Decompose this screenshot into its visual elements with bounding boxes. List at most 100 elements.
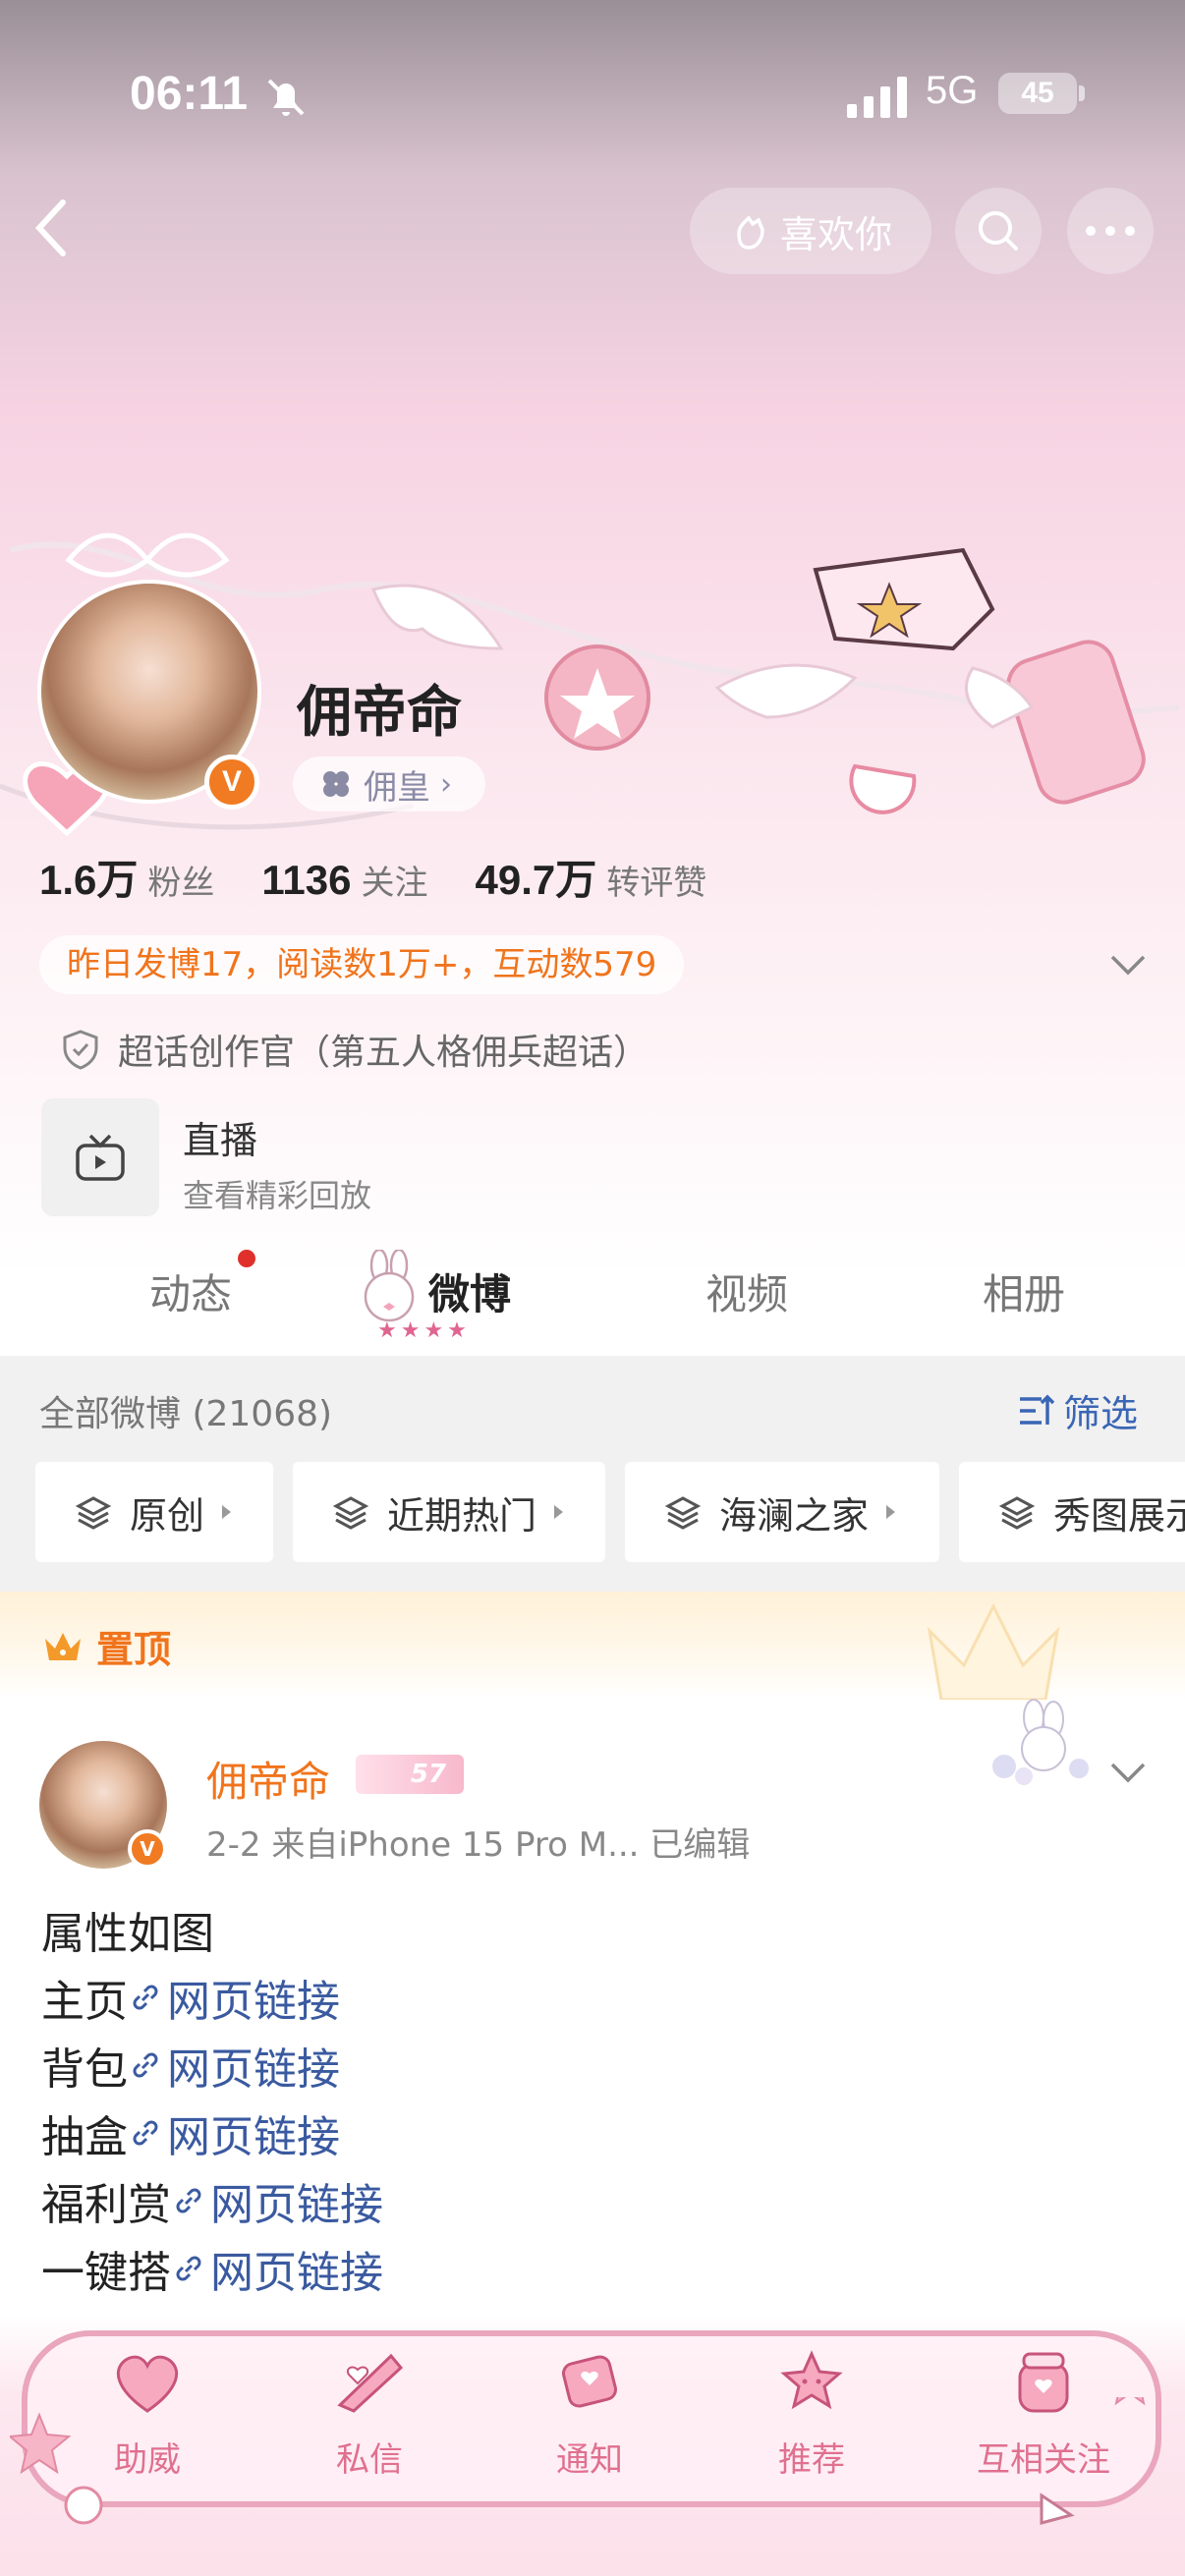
layers-icon [75,1496,112,1530]
chip-showcase[interactable]: 秀图展示 [959,1462,1185,1562]
status-time: 06:11 [130,68,249,120]
network-type: 5G [926,69,979,112]
like-you-button[interactable]: 喜欢你 [690,188,931,274]
bottom-recommend-label: 推荐 [778,2440,845,2480]
tab-video[interactable]: 视频 [705,1261,788,1321]
apple-icon [544,644,650,751]
clover-icon [323,771,349,797]
verified-badge-icon: V [204,755,259,810]
wing-icon [370,584,504,650]
chevron-down-icon[interactable] [1108,951,1148,979]
tab-stars-decoration: ★★★★ [377,1318,471,1343]
recommend-icon [780,2350,843,2410]
tab-dynamic[interactable]: 动态 [149,1261,232,1321]
filter-sort-icon [1020,1394,1055,1425]
notification-icon [562,2355,617,2408]
layers-icon [664,1496,702,1530]
super-topic-row[interactable]: 超话创作官（第五人格佣兵超话） [61,1024,649,1075]
link-icon [133,2052,158,2078]
filter-button[interactable]: 筛选 [1016,1383,1138,1437]
post-line: 一键搭 网页链接 [41,2237,383,2300]
link-icon [176,2188,201,2213]
web-link[interactable]: 网页链接 [128,2101,340,2164]
link-icon [133,2120,158,2146]
bottom-notification-label: 通知 [556,2440,623,2480]
bottom-message-label: 私信 [336,2440,403,2480]
bottom-recommend[interactable]: 推荐 [733,2346,890,2481]
profile-stats: 1.6万 粉丝 1136 关注 49.7万 转评赞 [39,847,706,907]
web-link[interactable]: 网页链接 [128,1966,340,2029]
tab-weibo[interactable]: 微博 [428,1261,511,1321]
message-icon [337,2353,404,2413]
triangle-right-icon [886,1505,896,1519]
crown-icon [45,1632,81,1660]
stat-followers[interactable]: 1.6万 粉丝 [39,847,214,907]
chip-label: 近期热门 [387,1493,537,1538]
bottom-notification[interactable]: 通知 [511,2346,668,2481]
bottom-cheer-label: 助威 [114,2440,181,2480]
crown-decoration-icon [927,1602,1060,1700]
bunny-icon [364,1250,415,1322]
layers-icon [332,1496,369,1530]
live-thumbnail[interactable] [41,1098,159,1216]
more-button[interactable] [1067,188,1154,274]
profile-tabs: 动态 微博 ★★★★ 视频 相册 [0,1240,1185,1356]
ribbon-bow-icon [65,532,230,578]
shield-check-icon [63,1030,98,1070]
back-arrow-icon[interactable] [29,196,73,259]
post-meta: 2-2 来自iPhone 15 Pro M... 已编辑 [206,1825,751,1865]
all-posts-count: 全部微博 (21068) [39,1394,333,1434]
chip-label: 原创 [130,1493,205,1538]
chip-original[interactable]: 原创 [35,1462,273,1562]
post-author-name[interactable]: 佣帝命 [206,1749,330,1809]
verified-badge-icon: V [128,1829,167,1869]
tab-album[interactable]: 相册 [983,1261,1065,1321]
live-subtitle: 查看精彩回放 [183,1177,372,1214]
daily-summary-badge[interactable]: 昨日发博17，阅读数1万+，互动数579 [39,935,685,994]
hand-heart-icon [737,215,764,250]
post-line: 抽盒 网页链接 [41,2101,340,2164]
more-dots-icon [1086,226,1135,236]
apple-slice-icon [849,763,917,814]
chip-hailan-home[interactable]: 海澜之家 [625,1462,939,1562]
bottom-cheer[interactable]: 助威 [69,2346,226,2481]
bottom-mutual-follow-label: 互相关注 [977,2440,1110,2480]
triangle-right-icon [554,1505,564,1519]
profile-username: 佣帝命 [297,681,462,745]
stat-following[interactable]: 1136 关注 [261,856,427,904]
link-icon [133,1985,158,2010]
filter-label: 筛选 [1063,1392,1139,1435]
rank-badge[interactable]: 佣皇 › [293,756,485,812]
muted-bell-icon [267,79,305,116]
rank-label: 佣皇 [364,767,430,808]
bunny-flowers-sticker [992,1699,1089,1785]
user-level-badge: 57 [356,1755,464,1794]
battery-tip [1079,85,1085,101]
web-link[interactable]: 网页链接 [171,2237,383,2300]
battery-icon: 45 [998,73,1077,114]
link-icon [176,2256,201,2281]
cheer-icon [116,2355,179,2413]
post-line: 属性如图 [41,1909,214,1959]
chevron-right-icon: › [440,766,452,802]
web-link[interactable]: 网页链接 [128,2034,340,2097]
new-update-dot [238,1250,255,1267]
like-you-label: 喜欢你 [779,212,892,256]
bottom-mutual-follow[interactable]: 互相关注 [945,2346,1142,2481]
live-title[interactable]: 直播 [183,1110,257,1164]
pinned-text: 置顶 [96,1628,172,1671]
bottom-message[interactable]: 私信 [291,2346,448,2481]
tv-icon [76,1134,125,1181]
post-line: 背包 网页链接 [41,2034,340,2097]
status-bar: 06:11 5G 45 [0,59,1185,138]
signal-icon [847,77,907,118]
pinned-label: 置顶 [41,1619,171,1673]
super-topic-label: 超话创作官（第五人格佣兵超话） [118,1033,649,1073]
search-button[interactable] [955,188,1042,274]
post-line: 主页 网页链接 [41,1966,340,2029]
chip-recent-hot[interactable]: 近期热门 [293,1462,605,1562]
stat-interactions[interactable]: 49.7万 转评赞 [476,847,707,907]
chip-label: 秀图展示 [1053,1493,1185,1538]
web-link[interactable]: 网页链接 [171,2169,383,2232]
post-options-chevron-icon[interactable] [1108,1759,1148,1786]
